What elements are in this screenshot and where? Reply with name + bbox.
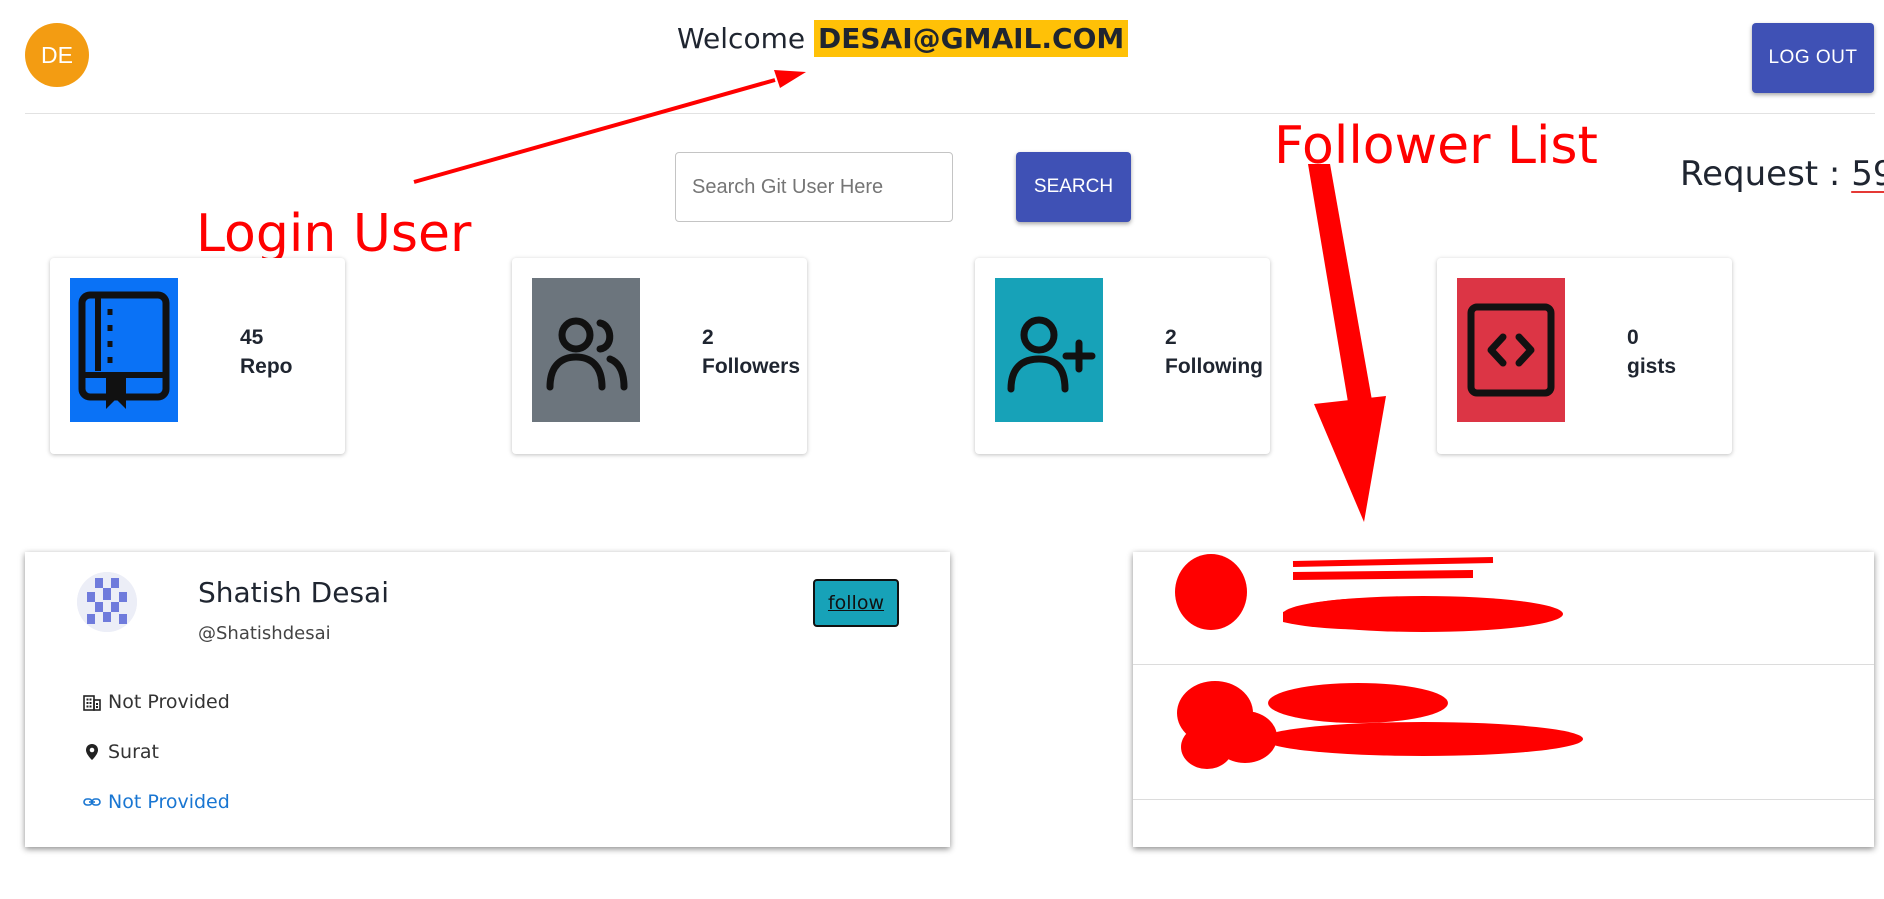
profile-avatar bbox=[77, 572, 137, 632]
stat-value: 2 bbox=[702, 326, 714, 349]
user-plus-icon bbox=[1007, 316, 1096, 393]
stat-label: gists bbox=[1627, 355, 1677, 378]
profile-handle: @Shatishdesai bbox=[198, 623, 331, 644]
user-profile-card: Shatish Desai @Shatishdesai follow Not P… bbox=[25, 552, 950, 847]
request-label: Request : bbox=[1680, 154, 1841, 194]
profile-name: Shatish Desai bbox=[198, 576, 389, 609]
search-button[interactable]: SEARCH bbox=[1016, 152, 1131, 222]
follow-button[interactable]: follow bbox=[813, 579, 899, 627]
followers-icon-box bbox=[532, 278, 640, 422]
stat-value: 45 bbox=[240, 326, 264, 349]
stat-card-followers: 2 Followers bbox=[512, 258, 807, 454]
profile-company: Not Provided bbox=[83, 691, 230, 713]
gists-icon-box bbox=[1457, 278, 1565, 422]
redaction-scribble bbox=[1177, 681, 1583, 769]
follower-item[interactable] bbox=[1133, 665, 1874, 800]
stat-label: Followers bbox=[702, 355, 801, 378]
welcome-prefix: Welcome bbox=[677, 22, 806, 55]
header-divider bbox=[25, 113, 1875, 114]
location-pin-icon bbox=[86, 744, 98, 760]
stat-card-repos: 45 Repo bbox=[50, 258, 345, 454]
repo-book-icon bbox=[78, 291, 170, 409]
annotation-follower-list: Follower List bbox=[1274, 116, 1598, 176]
stat-label: Following bbox=[1165, 355, 1263, 378]
stat-value: 2 bbox=[1165, 326, 1177, 349]
user-email: DESAI@GMAIL.COM bbox=[813, 20, 1129, 57]
code-icon bbox=[1467, 303, 1555, 397]
logout-button[interactable]: LOG OUT bbox=[1752, 23, 1874, 93]
user-avatar[interactable]: DE bbox=[25, 23, 89, 87]
following-icon-box bbox=[995, 278, 1103, 422]
stat-value: 0 bbox=[1627, 326, 1639, 349]
blog-text[interactable]: Not Provided bbox=[108, 791, 230, 813]
profile-location: Surat bbox=[83, 741, 159, 763]
stat-card-following: 2 Following bbox=[975, 258, 1270, 454]
search-input[interactable] bbox=[675, 152, 953, 222]
request-counter: Request : 59 bbox=[1680, 154, 1884, 194]
profile-blog-link[interactable]: Not Provided bbox=[83, 791, 230, 813]
welcome-message: Welcome DESAI@GMAIL.COM bbox=[677, 20, 1129, 57]
users-icon bbox=[546, 317, 628, 391]
follower-list bbox=[1133, 552, 1874, 847]
location-text: Surat bbox=[108, 741, 160, 763]
stat-label: Repo bbox=[240, 355, 293, 378]
identicon-image bbox=[77, 572, 137, 632]
link-icon bbox=[83, 798, 101, 806]
annotation-login-user: Login User bbox=[196, 204, 472, 264]
follower-item[interactable] bbox=[1133, 552, 1874, 665]
redaction-scribble bbox=[1175, 554, 1563, 632]
stat-card-gists: 0 gists bbox=[1437, 258, 1732, 454]
building-icon bbox=[83, 695, 101, 711]
repo-icon-box bbox=[70, 278, 178, 422]
company-text: Not Provided bbox=[108, 691, 230, 713]
request-count: 59 bbox=[1851, 154, 1884, 194]
